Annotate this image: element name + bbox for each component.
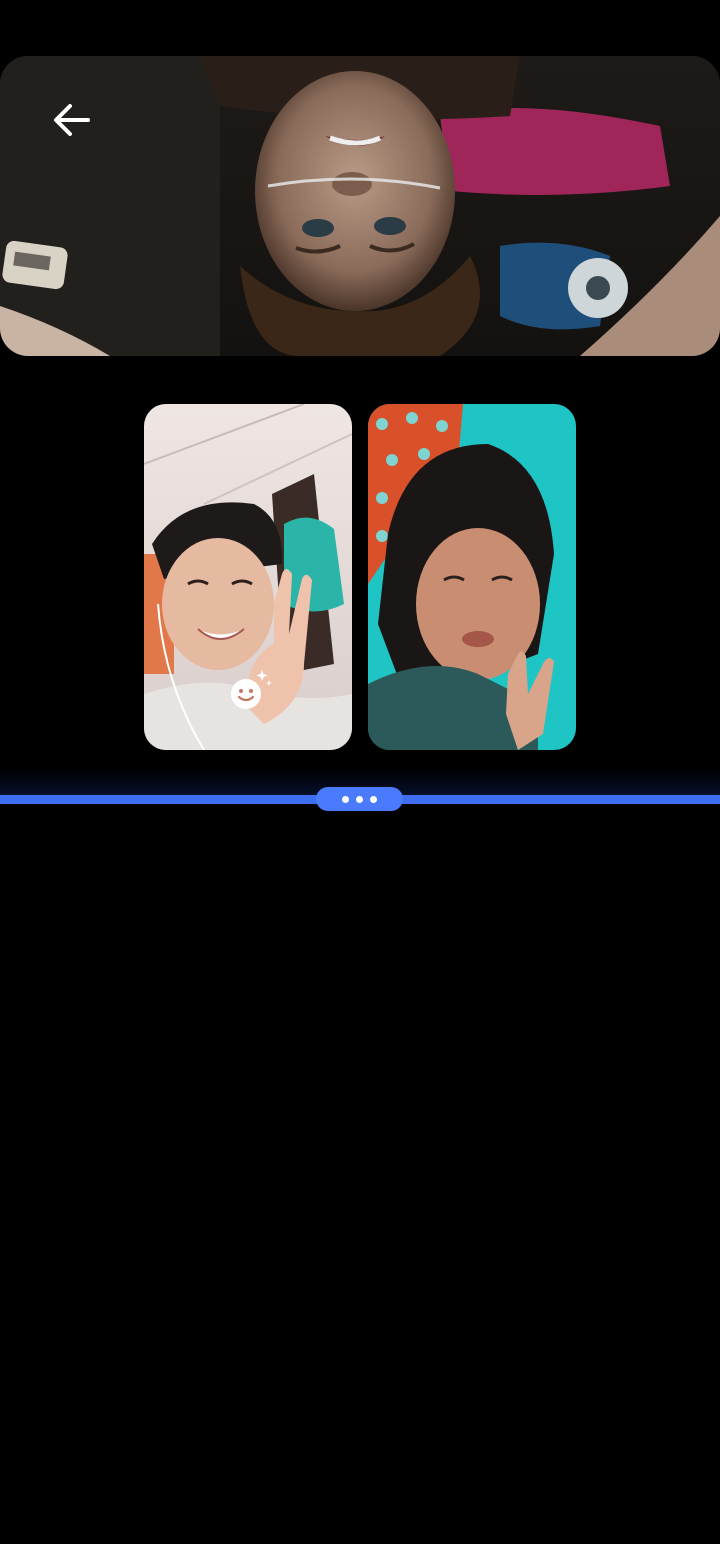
- participant-tile-2[interactable]: [368, 404, 576, 750]
- more-options-handle[interactable]: [316, 787, 403, 811]
- arrow-left-icon: [54, 104, 90, 136]
- back-button[interactable]: [44, 98, 100, 142]
- face-effects-icon: [231, 670, 272, 709]
- shared-video-frame: [0, 56, 720, 356]
- face-effects-button[interactable]: [228, 666, 274, 712]
- shared-video-player[interactable]: [0, 56, 720, 356]
- empty-lower-panel: [0, 812, 720, 1544]
- participant-tile-1[interactable]: [144, 404, 352, 750]
- video-call-screen: [0, 0, 720, 1544]
- more-dots-icon: [356, 795, 363, 803]
- more-dots-icon: [370, 795, 377, 803]
- participant-2-video: [368, 404, 576, 750]
- more-dots-icon: [342, 795, 349, 803]
- participant-grid: [144, 404, 576, 750]
